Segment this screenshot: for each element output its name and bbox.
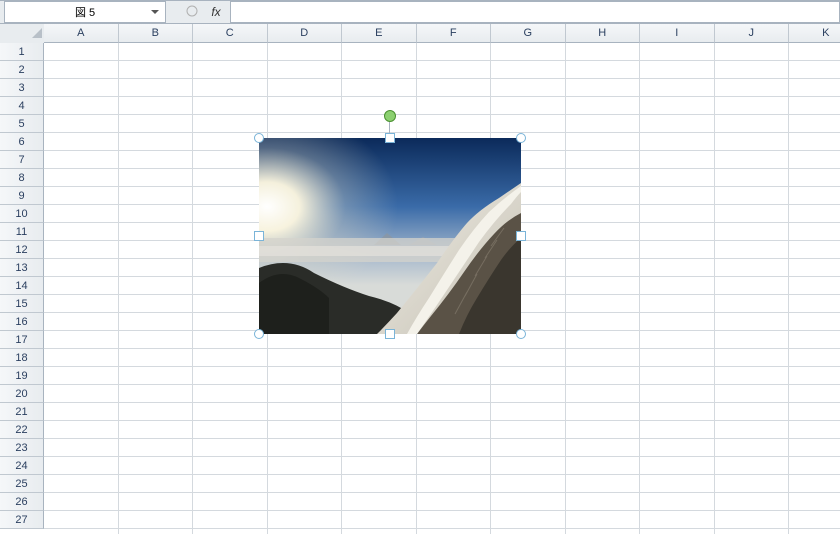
- row-header[interactable]: 3: [0, 79, 44, 97]
- row-header[interactable]: 21: [0, 403, 44, 421]
- column-header[interactable]: E: [342, 24, 417, 43]
- row-header[interactable]: 18: [0, 349, 44, 367]
- column-header[interactable]: J: [715, 24, 790, 43]
- row-header[interactable]: 5: [0, 115, 44, 133]
- resize-handle-nw[interactable]: [254, 133, 264, 143]
- row-header[interactable]: 25: [0, 475, 44, 493]
- row-header[interactable]: 9: [0, 187, 44, 205]
- resize-handle-ne[interactable]: [516, 133, 526, 143]
- row-header[interactable]: 27: [0, 511, 44, 529]
- resize-handle-s[interactable]: [385, 329, 395, 339]
- cell-grid[interactable]: [44, 43, 840, 534]
- column-header[interactable]: G: [491, 24, 566, 43]
- column-header[interactable]: C: [193, 24, 268, 43]
- row-header[interactable]: 7: [0, 151, 44, 169]
- row-header[interactable]: 26: [0, 493, 44, 511]
- select-all-corner[interactable]: [0, 24, 45, 44]
- resize-handle-w[interactable]: [254, 231, 264, 241]
- fx-icon[interactable]: fx: [208, 4, 224, 20]
- name-box-dropdown-icon[interactable]: [147, 2, 163, 22]
- column-header[interactable]: I: [640, 24, 715, 43]
- row-header[interactable]: 4: [0, 97, 44, 115]
- row-header[interactable]: 8: [0, 169, 44, 187]
- column-header[interactable]: A: [44, 24, 119, 43]
- rotate-handle[interactable]: [384, 110, 396, 122]
- rotate-connector: [389, 120, 390, 134]
- fx-area: fx: [186, 4, 224, 20]
- row-header[interactable]: 1: [0, 43, 44, 61]
- mountain-image: [259, 138, 521, 334]
- row-header[interactable]: 23: [0, 439, 44, 457]
- column-headers: ABCDEFGHIJK: [44, 24, 840, 43]
- formula-bar: 図 5 fx: [0, 0, 840, 24]
- row-header[interactable]: 22: [0, 421, 44, 439]
- row-headers: 1234567891011121314151617181920212223242…: [0, 43, 44, 529]
- row-header[interactable]: 6: [0, 133, 44, 151]
- column-header[interactable]: K: [789, 24, 840, 43]
- inserted-picture[interactable]: [259, 138, 521, 334]
- sheet-area: ABCDEFGHIJK 1234567891011121314151617181…: [0, 24, 840, 534]
- resize-handle-se[interactable]: [516, 329, 526, 339]
- row-header[interactable]: 12: [0, 241, 44, 259]
- row-header[interactable]: 2: [0, 61, 44, 79]
- row-header[interactable]: 13: [0, 259, 44, 277]
- name-box[interactable]: 図 5: [4, 1, 166, 23]
- column-header[interactable]: D: [268, 24, 343, 43]
- column-header[interactable]: B: [119, 24, 194, 43]
- column-header[interactable]: F: [417, 24, 492, 43]
- resize-handle-n[interactable]: [385, 133, 395, 143]
- resize-handle-sw[interactable]: [254, 329, 264, 339]
- row-header[interactable]: 19: [0, 367, 44, 385]
- row-header[interactable]: 14: [0, 277, 44, 295]
- row-header[interactable]: 17: [0, 331, 44, 349]
- row-header[interactable]: 15: [0, 295, 44, 313]
- column-header[interactable]: H: [566, 24, 641, 43]
- row-header[interactable]: 20: [0, 385, 44, 403]
- circle-icon: [186, 5, 198, 20]
- row-header[interactable]: 10: [0, 205, 44, 223]
- row-header[interactable]: 24: [0, 457, 44, 475]
- resize-handle-e[interactable]: [516, 231, 526, 241]
- row-header[interactable]: 11: [0, 223, 44, 241]
- name-box-value: 図 5: [5, 4, 147, 20]
- formula-input[interactable]: [230, 1, 840, 23]
- row-header[interactable]: 16: [0, 313, 44, 331]
